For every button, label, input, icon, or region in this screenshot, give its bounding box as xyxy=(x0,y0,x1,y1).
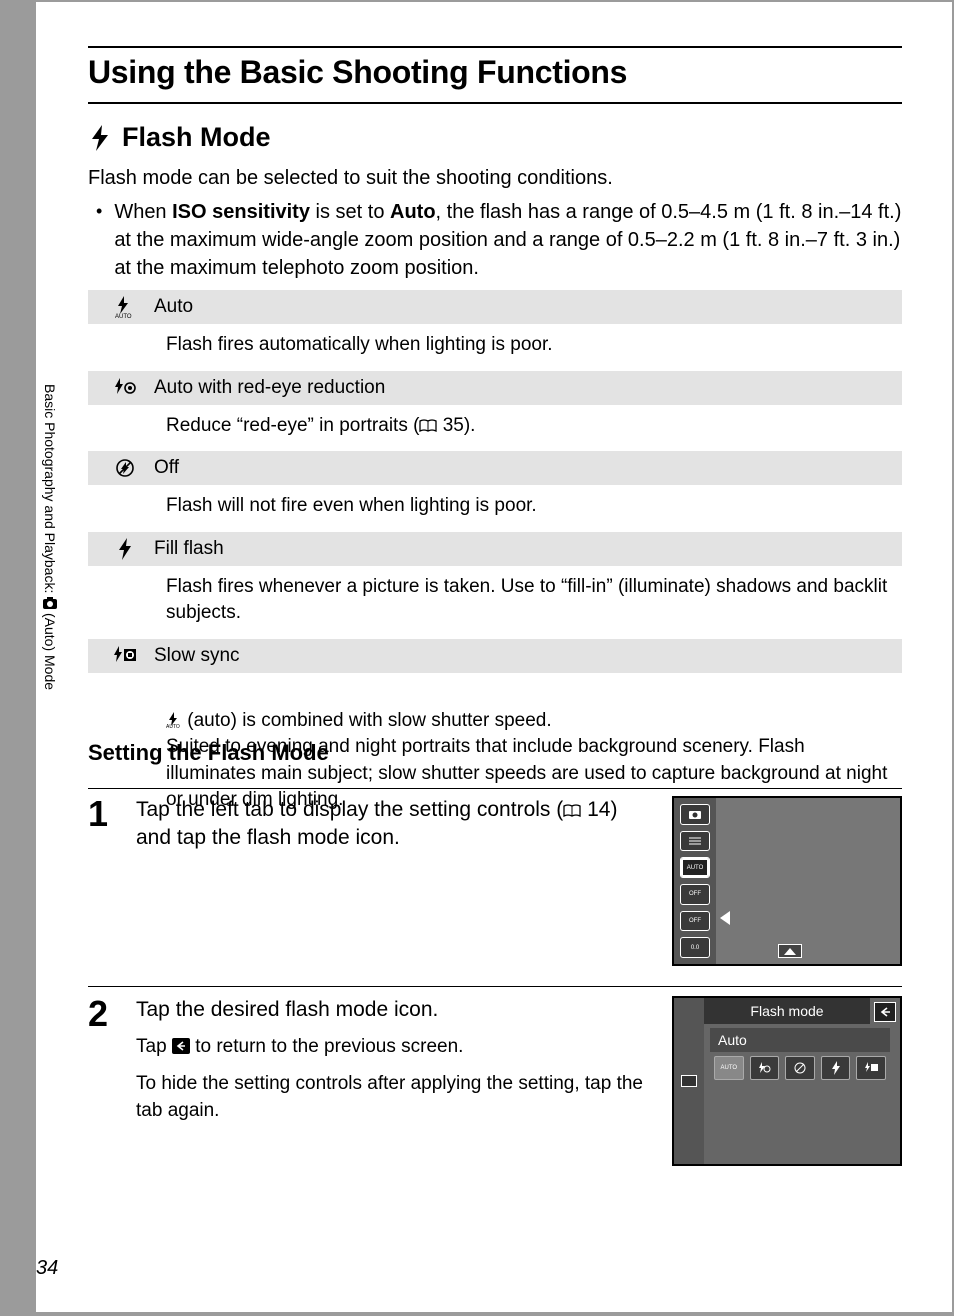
panel-timer-off-icon[interactable]: OFF xyxy=(680,884,710,905)
flash-mode-icon-row: AUTO xyxy=(714,1056,886,1080)
mode-name: Off xyxy=(154,457,179,479)
setting-flash-mode-heading: Setting the Flash Mode xyxy=(88,740,329,766)
mode-row-off: Off xyxy=(88,451,902,485)
svg-text:AUTO: AUTO xyxy=(166,724,180,728)
flash-auto-option[interactable]: AUTO xyxy=(714,1056,744,1080)
step-2-screenshot: Flash mode Auto AUTO xyxy=(672,996,902,1166)
panel-flash-auto-icon[interactable]: AUTO xyxy=(680,857,710,878)
flash-auto-inline-icon: AUTO xyxy=(166,712,182,728)
mode-desc: Reduce “red-eye” in portraits ( 35). xyxy=(88,405,902,452)
selected-mode-label: Auto xyxy=(710,1028,890,1052)
flash-slowsync-option[interactable] xyxy=(856,1056,886,1080)
settings-panel: AUTO OFF OFF 0.0 xyxy=(674,798,716,964)
step-rule xyxy=(88,986,902,987)
side-tab-suffix: (Auto) Mode xyxy=(42,613,58,690)
bullet-text: When ISO sensitivity is set to Auto, the… xyxy=(114,198,902,282)
step-2-para-1: Tap to return to the previous screen. xyxy=(136,1034,654,1061)
back-icon xyxy=(172,1038,190,1054)
mode-row-slowsync: Slow sync xyxy=(88,639,902,673)
flash-bolt-icon xyxy=(88,126,112,150)
step-2-para-2: To hide the setting controls after apply… xyxy=(136,1071,654,1124)
svg-text:AUTO: AUTO xyxy=(115,314,132,318)
bullet-dot: • xyxy=(88,198,102,282)
panel-macro-off-icon[interactable]: OFF xyxy=(680,911,710,932)
step-1-screenshot: AUTO OFF OFF 0.0 xyxy=(672,796,902,966)
step-2-main: Tap the desired flash mode icon. xyxy=(136,996,654,1024)
back-button[interactable] xyxy=(874,1002,896,1022)
step-2: 2 Tap the desired flash mode icon. Tap t… xyxy=(88,996,902,1166)
flash-fill-option[interactable] xyxy=(821,1056,851,1080)
flash-redeye-icon xyxy=(96,378,154,398)
flash-off-icon xyxy=(96,458,154,478)
step-rule xyxy=(88,788,902,789)
collapse-tab[interactable] xyxy=(674,998,704,1164)
chapter-rule-bottom xyxy=(88,102,902,104)
chapter-title: Using the Basic Shooting Functions xyxy=(88,54,627,91)
mode-desc: Flash fires automatically when lighting … xyxy=(88,324,902,371)
page-number: 34 xyxy=(36,1257,58,1280)
mode-name: Auto xyxy=(154,296,193,318)
flash-off-option[interactable] xyxy=(785,1056,815,1080)
panel-ev-icon[interactable]: 0.0 xyxy=(680,937,710,958)
step-1: 1 Tap the left tab to display the settin… xyxy=(88,796,902,966)
step-1-text: Tap the left tab to display the setting … xyxy=(136,796,654,853)
collapse-arrow-icon[interactable] xyxy=(720,911,730,925)
mode-row-fill: Fill flash xyxy=(88,532,902,566)
step-number: 2 xyxy=(88,996,118,1166)
book-ref-icon xyxy=(419,419,437,433)
chapter-rule-top xyxy=(88,46,902,48)
side-tab: Basic Photography and Playback: (Auto) M… xyxy=(36,376,64,698)
mode-desc: Flash will not fire even when lighting i… xyxy=(88,485,902,532)
flash-auto-icon: AUTO xyxy=(96,296,154,318)
book-ref-icon xyxy=(563,804,581,818)
camera-icon xyxy=(43,597,57,609)
intro-paragraph: Flash mode can be selected to suit the s… xyxy=(88,164,902,192)
mode-row-redeye: Auto with red-eye reduction xyxy=(88,371,902,405)
mode-name: Slow sync xyxy=(154,645,240,667)
flash-redeye-option[interactable] xyxy=(750,1056,780,1080)
flash-slowsync-icon xyxy=(96,646,154,666)
section-title: Flash Mode xyxy=(122,122,271,153)
mode-row-auto: AUTO Auto xyxy=(88,290,902,324)
panel-camera-icon[interactable] xyxy=(680,804,710,825)
expand-up-icon[interactable] xyxy=(778,944,802,958)
mode-name: Fill flash xyxy=(154,538,224,560)
mode-name: Auto with red-eye reduction xyxy=(154,377,385,399)
step-number: 1 xyxy=(88,796,118,966)
left-margin-band xyxy=(2,2,36,1316)
mode-desc: Flash fires whenever a picture is taken.… xyxy=(88,566,902,639)
flash-fill-icon xyxy=(96,538,154,560)
side-tab-prefix: Basic Photography and Playback: xyxy=(42,384,58,593)
flash-mode-title: Flash mode xyxy=(704,998,870,1024)
panel-menu-icon[interactable] xyxy=(680,831,710,852)
bullet-item: • When ISO sensitivity is set to Auto, t… xyxy=(88,198,902,282)
